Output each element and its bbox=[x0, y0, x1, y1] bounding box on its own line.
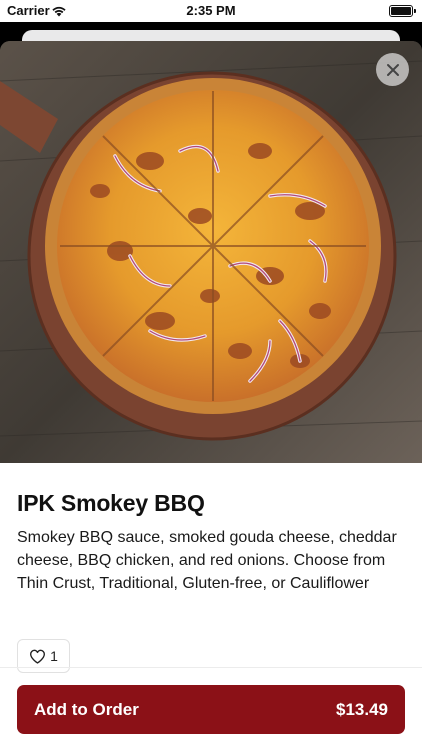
product-title: IPK Smokey BBQ bbox=[17, 490, 205, 516]
heart-icon bbox=[30, 649, 46, 664]
status-time: 2:35 PM bbox=[186, 3, 236, 18]
add-to-order-label: Add to Order bbox=[34, 699, 139, 719]
battery-icon bbox=[389, 5, 416, 17]
product-description: Smokey BBQ sauce, smoked gouda cheese, c… bbox=[17, 529, 397, 592]
footer-divider bbox=[0, 667, 422, 668]
status-bar: Carrier 2:35 PM bbox=[0, 0, 422, 22]
pizza-photo bbox=[0, 41, 422, 463]
add-to-order-button[interactable]: Add to Order $13.49 bbox=[17, 685, 405, 734]
like-count: 1 bbox=[50, 648, 58, 664]
close-button[interactable] bbox=[376, 53, 409, 86]
close-icon bbox=[386, 63, 399, 76]
price-label: $13.49 bbox=[336, 699, 388, 719]
